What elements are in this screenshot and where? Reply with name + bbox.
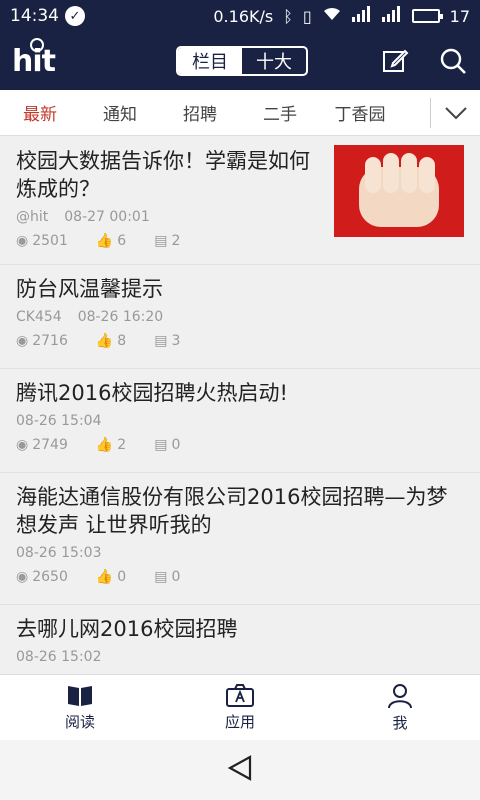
view-count: 2749 bbox=[32, 437, 68, 453]
tab-latest[interactable]: 最新 bbox=[0, 100, 80, 125]
comment-icon: ▤ bbox=[154, 437, 168, 453]
bottom-nav: 阅读 应用 我 bbox=[0, 674, 480, 740]
article-thumbnail bbox=[334, 145, 464, 237]
article-time: 08-26 15:03 bbox=[16, 545, 102, 561]
view-count: 2650 bbox=[32, 569, 68, 585]
like-count: 0 bbox=[117, 569, 127, 585]
comment-icon: ▤ bbox=[154, 569, 168, 585]
signal-icon-2 bbox=[381, 6, 402, 26]
battery-icon bbox=[411, 9, 443, 23]
vibrate-icon: ▯ bbox=[302, 6, 312, 26]
comment-count: 0 bbox=[171, 569, 181, 585]
wifi-icon bbox=[322, 6, 342, 26]
category-tabs: 最新 通知 招聘 二手 丁香园 bbox=[0, 90, 480, 136]
back-triangle-icon bbox=[227, 755, 252, 781]
list-item[interactable]: 去哪儿网2016校园招聘 08-26 15:02 bbox=[0, 605, 480, 674]
article-title: 校园大数据告诉你！学霸是如何炼成的？ bbox=[16, 149, 310, 201]
list-item[interactable]: 腾讯2016校园招聘火热启动! 08-26 15:04 ◉ 2749 👍 2 ▤ 0 bbox=[0, 369, 480, 473]
check-circle-icon: ✓ bbox=[65, 6, 85, 26]
edit-icon bbox=[383, 49, 409, 72]
list-item[interactable]: 防台风温馨提示 CK454 08-26 16:20 ◉ 2716 👍 8 ▤ 3 bbox=[0, 265, 480, 369]
view-count: 2716 bbox=[32, 333, 68, 349]
article-time: 08-27 00:01 bbox=[64, 209, 150, 225]
article-author: @hit bbox=[16, 209, 49, 225]
article-time: 08-26 15:02 bbox=[16, 649, 102, 665]
article-title: 去哪儿网2016校园招聘 bbox=[16, 617, 238, 641]
segment-columns[interactable]: 栏目 bbox=[178, 48, 242, 74]
search-button[interactable] bbox=[438, 46, 468, 76]
app-bar: hit 栏目 十大 bbox=[0, 32, 480, 90]
list-item[interactable]: 校园大数据告诉你！学霸是如何炼成的？ @hit 08-27 00:01 ◉ 250… bbox=[0, 137, 480, 265]
tab-dxy[interactable]: 丁香园 bbox=[320, 100, 400, 125]
back-button[interactable] bbox=[226, 754, 254, 786]
chevron-down-icon bbox=[444, 107, 467, 120]
eye-icon: ◉ bbox=[16, 333, 29, 349]
search-icon bbox=[440, 48, 466, 74]
thumbs-up-icon: 👍 bbox=[95, 569, 114, 585]
comment-icon: ▤ bbox=[154, 233, 168, 249]
thumbs-up-icon: 👍 bbox=[95, 333, 114, 349]
status-bar: 14:34 ✓ 0.16K/s ᛒ ▯ 17 bbox=[0, 0, 480, 32]
tab-secondhand[interactable]: 二手 bbox=[240, 100, 320, 125]
status-time: 14:34 bbox=[10, 6, 59, 26]
tab-notice[interactable]: 通知 bbox=[80, 100, 160, 125]
more-tabs-button[interactable] bbox=[430, 98, 480, 128]
comment-count: 2 bbox=[171, 233, 181, 249]
bluetooth-icon: ᛒ bbox=[283, 6, 293, 26]
article-title: 腾讯2016校园招聘火热启动! bbox=[16, 381, 288, 405]
nav-apps[interactable]: 应用 bbox=[160, 675, 320, 740]
like-count: 2 bbox=[117, 437, 127, 453]
user-icon bbox=[388, 683, 412, 708]
battery-level: 17 bbox=[449, 6, 470, 26]
comment-icon: ▤ bbox=[154, 333, 168, 349]
nav-read-label: 阅读 bbox=[64, 712, 95, 731]
eye-icon: ◉ bbox=[16, 569, 29, 585]
comment-count: 3 bbox=[171, 333, 181, 349]
system-nav-bar bbox=[0, 740, 480, 800]
signal-icon bbox=[351, 6, 372, 26]
eye-icon: ◉ bbox=[16, 437, 29, 453]
article-author: CK454 bbox=[16, 309, 62, 325]
tab-recruit[interactable]: 招聘 bbox=[160, 100, 240, 125]
segment-top-ten[interactable]: 十大 bbox=[242, 48, 306, 74]
article-list: 校园大数据告诉你！学霸是如何炼成的？ @hit 08-27 00:01 ◉ 250… bbox=[0, 137, 480, 674]
app-logo: hit bbox=[12, 37, 72, 79]
segment-control: 栏目 十大 bbox=[176, 46, 308, 76]
apps-icon bbox=[226, 683, 254, 707]
nav-me-label: 我 bbox=[392, 713, 408, 732]
like-count: 8 bbox=[117, 333, 127, 349]
like-count: 6 bbox=[117, 233, 127, 249]
book-icon bbox=[68, 685, 92, 706]
view-count: 2501 bbox=[32, 233, 68, 249]
comment-count: 0 bbox=[171, 437, 181, 453]
nav-apps-label: 应用 bbox=[224, 712, 255, 731]
network-speed: 0.16K/s bbox=[213, 6, 274, 26]
article-title: 防台风温馨提示 bbox=[16, 277, 163, 301]
nav-read[interactable]: 阅读 bbox=[0, 675, 160, 740]
article-title: 海能达通信股份有限公司2016校园招聘—为梦想发声 让世界听我的 bbox=[16, 485, 448, 537]
eye-icon: ◉ bbox=[16, 233, 29, 249]
compose-button[interactable] bbox=[380, 46, 410, 76]
article-time: 08-26 15:04 bbox=[16, 413, 102, 429]
list-item[interactable]: 海能达通信股份有限公司2016校园招聘—为梦想发声 让世界听我的 08-26 1… bbox=[0, 473, 480, 605]
thumbs-up-icon: 👍 bbox=[95, 437, 114, 453]
thumbs-up-icon: 👍 bbox=[95, 233, 114, 249]
article-time: 08-26 16:20 bbox=[77, 309, 164, 325]
fist-image bbox=[359, 153, 439, 227]
nav-me[interactable]: 我 bbox=[320, 675, 480, 740]
logo-ring bbox=[30, 37, 44, 52]
